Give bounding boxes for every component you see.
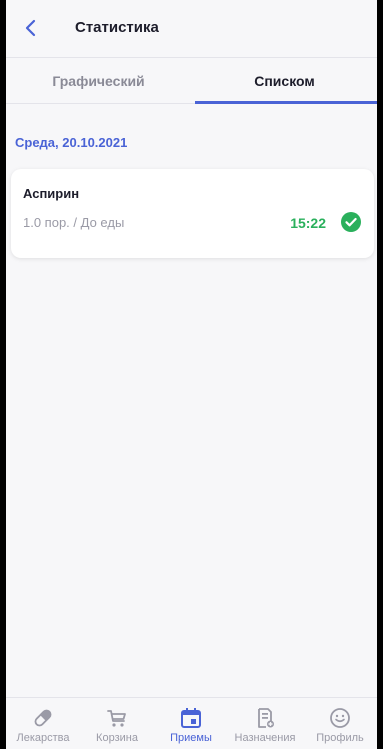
- check-circle-icon: [341, 212, 361, 232]
- active-tab-indicator: [195, 101, 377, 104]
- dose-info: 1.0 пор. / До еды: [23, 215, 125, 230]
- nav-label-prescriptions: Назначения: [234, 732, 296, 744]
- tab-graphic[interactable]: Графический: [6, 58, 191, 104]
- nav-intakes[interactable]: Приемы: [154, 698, 228, 749]
- tab-list[interactable]: Списком: [192, 58, 377, 104]
- nav-medicines[interactable]: Лекарства: [6, 698, 80, 749]
- cart-icon: [107, 710, 126, 727]
- pill-icon: [34, 709, 52, 727]
- nav-label-intakes: Приемы: [170, 732, 212, 744]
- prescription-icon: [258, 708, 274, 728]
- nav-label-profile: Профиль: [316, 732, 364, 744]
- smile-icon: [330, 708, 350, 728]
- nav-cart[interactable]: Корзина: [80, 698, 154, 749]
- calendar-icon: [181, 708, 201, 728]
- nav-label-cart: Корзина: [96, 732, 138, 744]
- nav-label-medicines: Лекарства: [16, 732, 70, 744]
- bottom-navigation: Лекарства Корзина Приемы Назначения Проф…: [6, 697, 377, 749]
- nav-prescriptions[interactable]: Назначения: [228, 698, 302, 749]
- intake-card[interactable]: Аспирин 1.0 пор. / До еды 15:22: [11, 169, 374, 258]
- page-title: Статистика: [75, 19, 159, 36]
- chevron-left-icon: [25, 19, 36, 37]
- back-button[interactable]: [20, 17, 42, 39]
- app-screen: Статистика Графический Списком Среда, 20…: [6, 0, 377, 749]
- nav-profile[interactable]: Профиль: [303, 698, 377, 749]
- header: Статистика: [6, 0, 377, 58]
- medicine-name: Аспирин: [23, 186, 80, 201]
- date-heading: Среда, 20.10.2021: [15, 135, 128, 150]
- tab-bar: Графический Списком: [6, 58, 377, 104]
- intake-time: 15:22: [290, 215, 326, 231]
